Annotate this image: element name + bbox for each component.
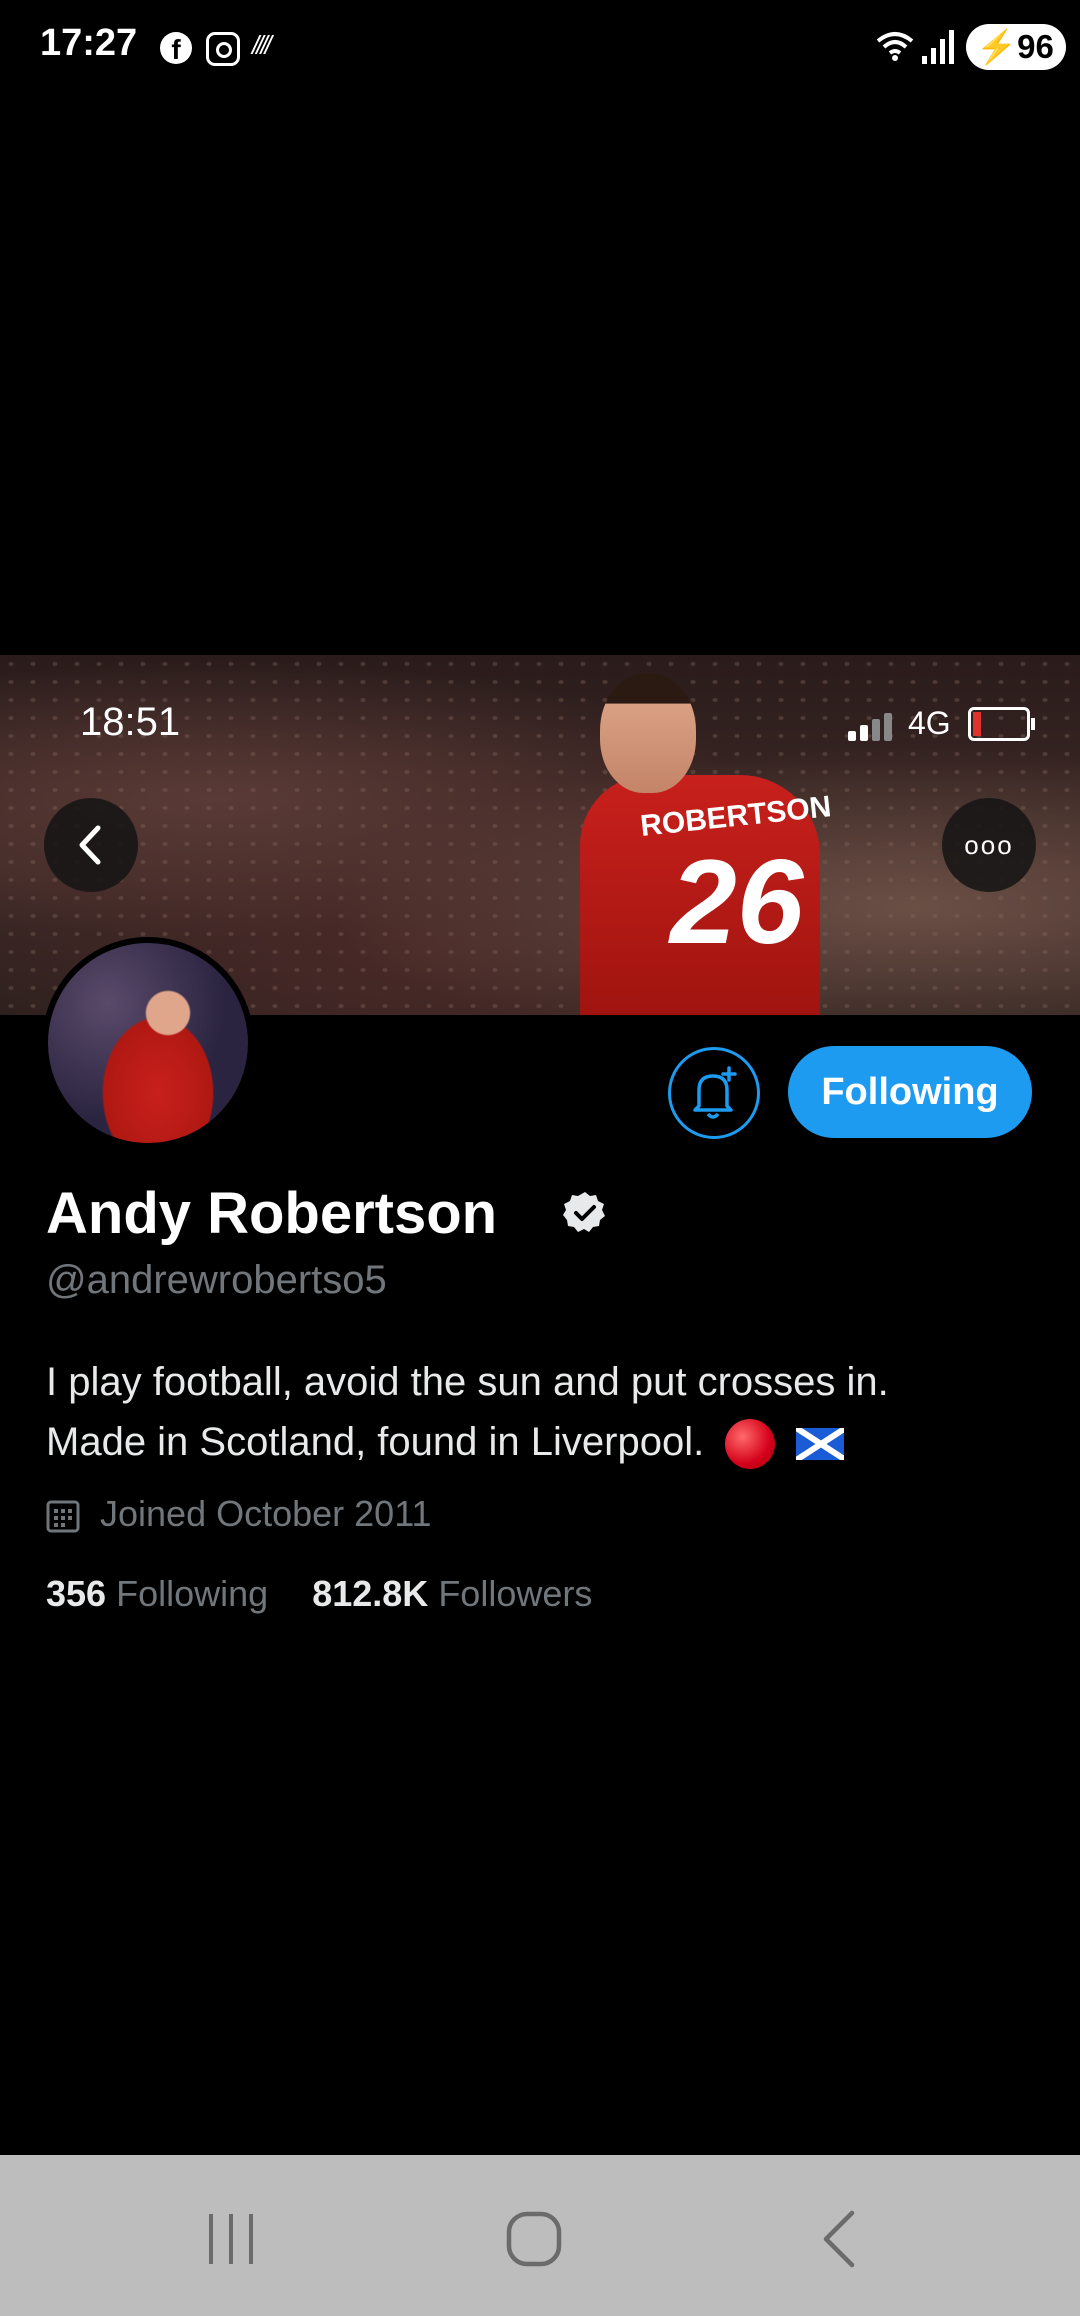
- inner-signal-icon: [848, 713, 892, 741]
- bio-line-2-row: Made in Scotland, found in Liverpool.: [46, 1412, 1046, 1472]
- bio: I play football, avoid the sun and put c…: [46, 1352, 1046, 1472]
- player-head: [600, 673, 696, 793]
- instagram-icon: [206, 32, 240, 66]
- followers-label: Followers: [438, 1573, 593, 1614]
- misc-notification-icon: ////: [252, 30, 272, 60]
- bio-line-1: I play football, avoid the sun and put c…: [46, 1360, 889, 1404]
- battery-level: 96: [1017, 28, 1054, 65]
- more-icon: ooo: [964, 830, 1014, 860]
- nav-back-icon[interactable]: [818, 2209, 858, 2269]
- joined-date: Joined October 2011: [100, 1493, 432, 1534]
- navigation-bar: [0, 2155, 1080, 2316]
- inner-battery-icon: [968, 707, 1035, 741]
- facebook-icon: f: [160, 32, 192, 65]
- wifi-icon: [876, 32, 914, 61]
- following-link[interactable]: 356 Following: [46, 1573, 278, 1614]
- signal-icon: [922, 30, 954, 64]
- jersey-number: 26: [670, 835, 804, 969]
- notifications-bell-button[interactable]: [668, 1047, 760, 1139]
- followers-count: 812.8K: [312, 1573, 429, 1614]
- bio-line-2: Made in Scotland, found in Liverpool.: [46, 1420, 705, 1464]
- following-count: 356: [46, 1573, 107, 1614]
- following-button[interactable]: Following: [788, 1046, 1032, 1138]
- red-circle-emoji-icon: [725, 1419, 776, 1470]
- charging-bolt-icon: ⚡: [976, 28, 1018, 65]
- status-time: 17:27: [40, 22, 138, 64]
- more-options-button[interactable]: ooo: [942, 798, 1036, 892]
- chevron-left-icon: [79, 825, 101, 865]
- bell-plus-icon: [693, 1066, 737, 1119]
- follow-stats: 356 Following 812.8K Followers: [46, 1573, 592, 1615]
- calendar-icon: [46, 1500, 80, 1533]
- verified-badge-icon: [563, 1192, 605, 1232]
- user-handle: @andrewrobertso5: [46, 1258, 387, 1302]
- inner-status-time: 18:51: [80, 700, 181, 744]
- back-button[interactable]: [44, 798, 138, 892]
- inner-network-label: 4G: [908, 705, 951, 741]
- display-name: Andy Robertson: [46, 1181, 498, 1246]
- status-bar: 17:27 f //// ⚡96: [0, 0, 1080, 100]
- avatar[interactable]: [42, 937, 254, 1149]
- followers-link[interactable]: 812.8K Followers: [312, 1573, 592, 1614]
- recent-apps-icon[interactable]: [206, 2212, 256, 2266]
- scotland-flag-emoji-icon: [796, 1428, 845, 1461]
- home-icon[interactable]: [506, 2211, 562, 2267]
- battery-charging-icon: ⚡96: [966, 24, 1066, 70]
- following-label: Following: [116, 1573, 269, 1614]
